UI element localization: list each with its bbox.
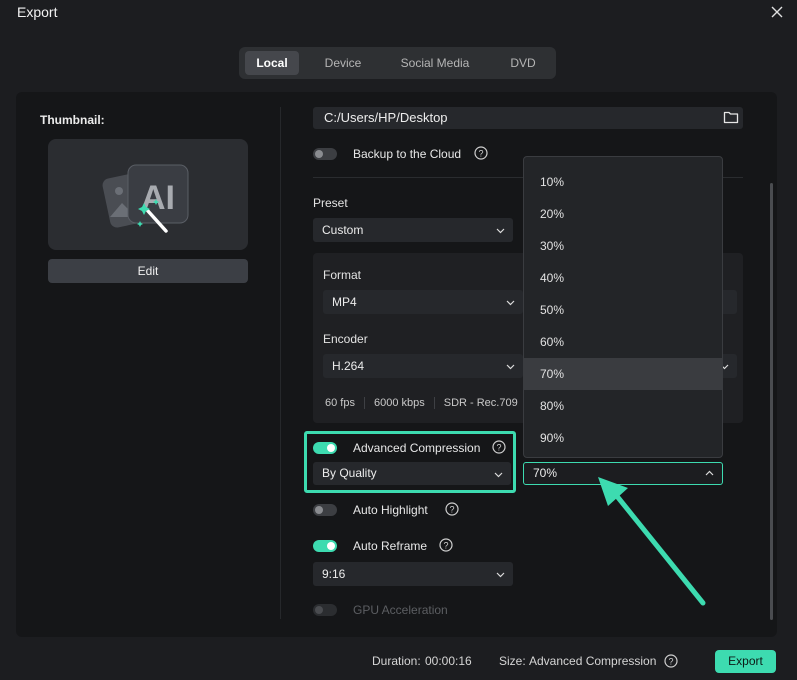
export-tabs: Local Device Social Media DVD	[239, 47, 556, 79]
fps-info: 60 fps	[325, 397, 355, 409]
aspect-ratio-value: 9:16	[322, 567, 346, 581]
save-path-field[interactable]: C:/Users/HP/Desktop	[313, 107, 743, 129]
quality-value: 70%	[533, 466, 558, 480]
folder-icon[interactable]	[723, 109, 739, 125]
info-separator	[363, 397, 365, 410]
info-separator	[433, 397, 435, 410]
encoder-value: H.264	[332, 359, 365, 373]
svg-text:?: ?	[496, 443, 501, 453]
svg-text:?: ?	[449, 505, 454, 515]
quality-option[interactable]: 50%	[524, 294, 722, 326]
size-value: Advanced Compression	[529, 654, 657, 668]
encoder-label: Encoder	[323, 332, 368, 346]
auto-highlight-help-icon[interactable]: ?	[445, 502, 459, 516]
thumbnail-label: Thumbnail:	[40, 113, 105, 127]
panel-divider	[280, 107, 281, 619]
gpu-acceleration-label: GPU Acceleration	[353, 603, 448, 617]
chevron-up-icon	[705, 470, 714, 476]
preset-value: Custom	[322, 223, 364, 237]
bitrate-info: 6000 kbps	[373, 397, 425, 409]
quality-option[interactable]: 40%	[524, 262, 722, 294]
auto-reframe-label: Auto Reframe	[353, 539, 428, 553]
close-icon[interactable]	[769, 4, 785, 20]
tab-dvd[interactable]: DVD	[497, 51, 549, 75]
format-label: Format	[323, 268, 362, 282]
compression-mode-select[interactable]: By Quality	[313, 462, 511, 485]
format-value: MP4	[332, 295, 357, 309]
gpu-acceleration-toggle[interactable]	[313, 604, 337, 616]
quality-option[interactable]: 30%	[524, 230, 722, 262]
backup-label: Backup to the Cloud	[353, 147, 462, 161]
quality-option[interactable]: 10%	[524, 166, 722, 198]
auto-reframe-help-icon[interactable]: ?	[439, 538, 453, 552]
advanced-compression-label: Advanced Compression	[353, 441, 481, 455]
svg-text:?: ?	[478, 149, 483, 159]
aspect-ratio-select[interactable]: 9:16	[313, 562, 513, 586]
advanced-compression-help-icon[interactable]: ?	[492, 440, 506, 454]
export-button[interactable]: Export	[715, 650, 776, 673]
tab-social-media[interactable]: Social Media	[391, 51, 479, 75]
quality-option-selected[interactable]: 70%	[524, 358, 722, 390]
auto-highlight-toggle[interactable]	[313, 504, 337, 516]
tab-device[interactable]: Device	[311, 51, 375, 75]
preset-label: Preset	[313, 196, 348, 210]
thumbnail-preview: AI	[48, 139, 248, 250]
chevron-down-icon	[506, 300, 515, 306]
quality-select[interactable]: 70%	[523, 462, 723, 485]
duration-label: Duration:	[372, 654, 421, 668]
svg-text:?: ?	[443, 541, 448, 551]
svg-text:AI: AI	[141, 179, 175, 217]
output-info-row: 60 fps 6000 kbps SDR - Rec.709	[325, 397, 518, 410]
quality-option[interactable]: 90%	[524, 422, 722, 454]
format-select[interactable]: MP4	[323, 290, 523, 314]
backup-help-icon[interactable]: ?	[474, 146, 488, 160]
duration-value: 00:00:16	[425, 654, 472, 668]
chevron-down-icon	[506, 364, 515, 370]
tab-local[interactable]: Local	[245, 51, 299, 75]
chevron-down-icon	[494, 472, 503, 478]
ai-image-icon: AI	[102, 164, 189, 233]
quality-dropdown-menu: 10% 20% 30% 40% 50% 60% 70% 80% 90%	[523, 156, 723, 458]
auto-reframe-toggle[interactable]	[313, 540, 337, 552]
color-space-info: SDR - Rec.709	[443, 397, 518, 409]
svg-text:?: ?	[668, 657, 673, 667]
chevron-down-icon	[496, 572, 505, 578]
quality-option[interactable]: 20%	[524, 198, 722, 230]
quality-option[interactable]: 60%	[524, 326, 722, 358]
auto-highlight-label: Auto Highlight	[353, 503, 428, 517]
encoder-select[interactable]: H.264	[323, 354, 523, 378]
size-label: Size:	[499, 654, 526, 668]
chevron-down-icon	[496, 228, 505, 234]
backup-toggle[interactable]	[313, 148, 337, 160]
panel-scrollbar[interactable]	[770, 183, 773, 620]
advanced-compression-toggle[interactable]	[313, 442, 337, 454]
compression-mode-value: By Quality	[322, 466, 377, 480]
quality-option[interactable]: 80%	[524, 390, 722, 422]
size-help-icon[interactable]: ?	[664, 654, 678, 668]
window-title: Export	[17, 4, 58, 20]
preset-select[interactable]: Custom	[313, 218, 513, 242]
thumbnail-edit-button[interactable]: Edit	[48, 259, 248, 283]
